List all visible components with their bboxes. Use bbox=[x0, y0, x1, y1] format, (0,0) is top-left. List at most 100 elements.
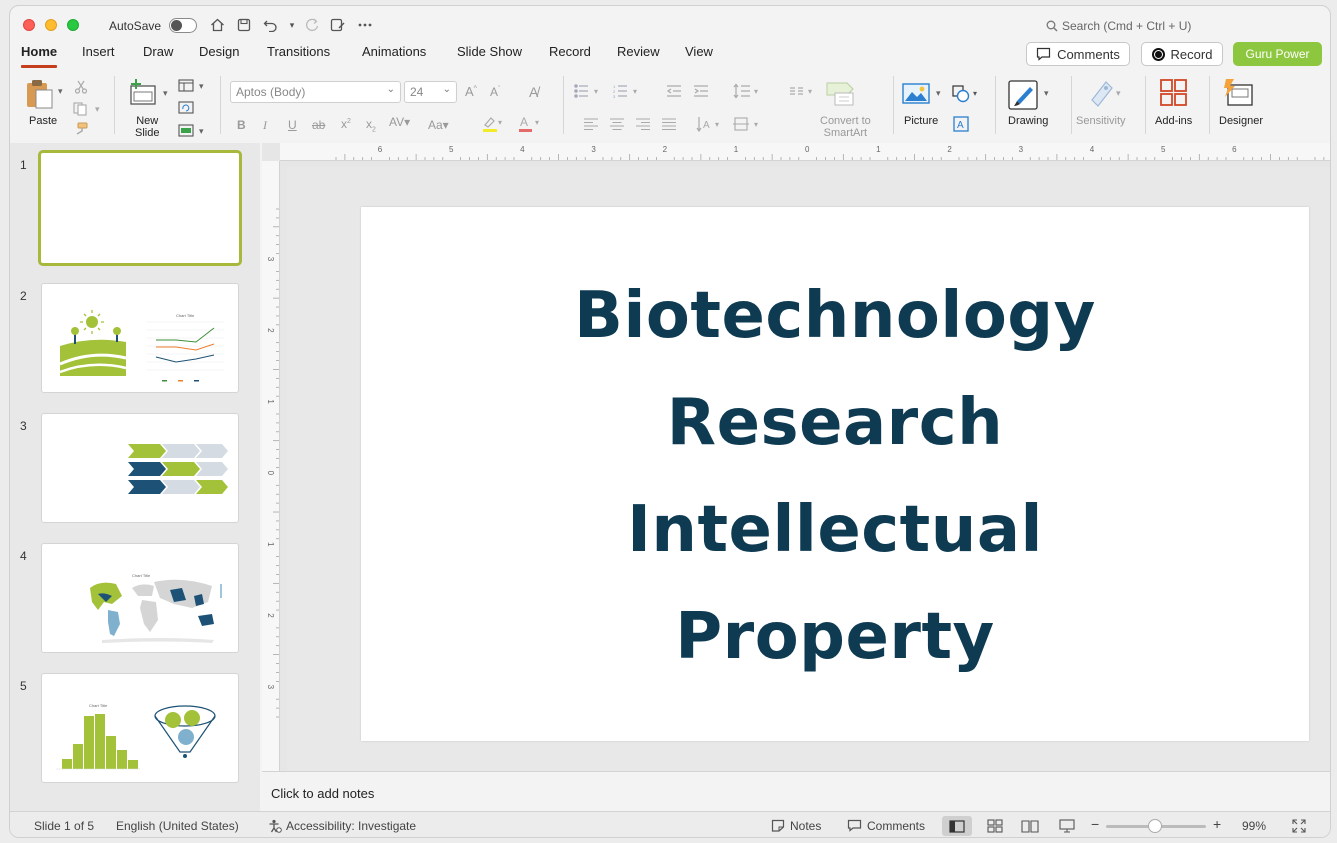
slide-thumbnail-2[interactable]: Chart Title bbox=[41, 283, 239, 393]
slide-thumbnail-4[interactable]: Chart Title bbox=[41, 543, 239, 653]
sensitivity-dropdown-icon[interactable]: ▾ bbox=[1116, 88, 1121, 99]
language-status[interactable]: English (United States) bbox=[116, 819, 239, 833]
zoom-level[interactable]: 99% bbox=[1242, 819, 1266, 833]
increase-indent-icon[interactable] bbox=[693, 84, 709, 101]
slide-title[interactable]: Biotechnology Research Intellectual Prop… bbox=[361, 263, 1309, 691]
slide-thumbnail-5[interactable]: Chart Title bbox=[41, 673, 239, 783]
paste-dropdown-icon[interactable]: ▾ bbox=[58, 86, 63, 97]
add-ins-icon[interactable] bbox=[1159, 78, 1189, 111]
numbering-icon[interactable]: 1 2 3 ▾ bbox=[613, 84, 643, 101]
vertical-ruler[interactable]: 3 2 1 0 1 2 3 bbox=[262, 161, 280, 771]
home-icon[interactable] bbox=[207, 15, 227, 35]
save-as-icon[interactable] bbox=[328, 15, 348, 35]
guru-power-button[interactable]: Guru Power bbox=[1233, 42, 1322, 66]
slide-show-button[interactable] bbox=[1052, 816, 1082, 836]
undo-dropdown-icon[interactable]: ▾ bbox=[282, 15, 302, 35]
notes-pane[interactable]: Click to add notes bbox=[262, 771, 1330, 811]
justify-icon[interactable] bbox=[662, 118, 676, 133]
clear-formatting-icon[interactable]: A̸ bbox=[529, 84, 538, 100]
comments-toggle-button[interactable]: Comments bbox=[847, 819, 925, 833]
format-painter-icon[interactable] bbox=[73, 122, 89, 139]
accessibility-status[interactable]: Accessibility: Investigate bbox=[268, 819, 416, 833]
bold-icon[interactable]: B bbox=[237, 118, 246, 132]
strikethrough-icon[interactable]: ab bbox=[312, 118, 325, 132]
maximize-window-button[interactable] bbox=[67, 19, 79, 31]
align-right-icon[interactable] bbox=[636, 118, 650, 133]
slide-sorter-button[interactable] bbox=[980, 816, 1010, 836]
tab-animations[interactable]: Animations bbox=[362, 44, 426, 59]
record-button[interactable]: Record bbox=[1141, 42, 1223, 66]
bullets-icon[interactable]: ▾ bbox=[574, 84, 604, 101]
shrink-font-icon[interactable]: Aˇ bbox=[490, 85, 500, 99]
grow-font-icon[interactable]: A^ bbox=[465, 84, 477, 99]
decrease-indent-icon[interactable] bbox=[666, 84, 682, 101]
font-size-select[interactable]: 24 ⌄ bbox=[404, 81, 457, 103]
tab-slide-show[interactable]: Slide Show bbox=[457, 44, 522, 59]
zoom-slider-handle[interactable] bbox=[1148, 819, 1162, 833]
text-direction-icon[interactable]: A ▾ bbox=[696, 116, 726, 135]
slide-thumbnail-1[interactable] bbox=[38, 150, 242, 266]
change-case-icon[interactable]: Aa▾ bbox=[428, 118, 449, 132]
tab-review[interactable]: Review bbox=[617, 44, 660, 59]
shapes-icon[interactable]: ▾ bbox=[952, 85, 980, 106]
autosave-toggle[interactable] bbox=[169, 18, 197, 33]
highlight-icon[interactable]: ▾ bbox=[481, 115, 503, 136]
current-slide[interactable]: Biotechnology Research Intellectual Prop… bbox=[361, 207, 1309, 741]
reading-view-button[interactable] bbox=[1015, 816, 1045, 836]
save-icon[interactable] bbox=[234, 15, 254, 35]
horizontal-ruler[interactable]: 6 5 4 3 2 1 0 1 2 3 4 5 6 bbox=[280, 143, 1330, 161]
more-icon[interactable] bbox=[355, 15, 375, 35]
minimize-window-button[interactable] bbox=[45, 19, 57, 31]
svg-text:▾: ▾ bbox=[715, 120, 719, 129]
line-spacing-icon[interactable]: ▾ bbox=[733, 83, 763, 102]
notes-toggle-button[interactable]: Notes bbox=[771, 819, 821, 833]
cut-icon[interactable] bbox=[74, 80, 88, 97]
character-spacing-icon[interactable]: AV▾ bbox=[389, 115, 410, 129]
subscript-icon[interactable]: x2 bbox=[366, 117, 376, 133]
undo-icon[interactable] bbox=[261, 15, 281, 35]
normal-view-button[interactable] bbox=[942, 816, 972, 836]
search-field[interactable]: Search (Cmd + Ctrl + U) bbox=[1046, 19, 1191, 33]
font-color-icon[interactable]: A ▾ bbox=[518, 115, 540, 136]
tab-transitions[interactable]: Transitions bbox=[267, 44, 330, 59]
copy-icon[interactable] bbox=[73, 102, 89, 119]
picture-dropdown-icon[interactable]: ▾ bbox=[936, 88, 941, 99]
slide-thumbnail-3[interactable] bbox=[41, 413, 239, 523]
tab-record[interactable]: Record bbox=[549, 44, 591, 59]
align-center-icon[interactable] bbox=[610, 118, 624, 133]
comments-button[interactable]: Comments bbox=[1026, 42, 1130, 66]
tab-view[interactable]: View bbox=[685, 44, 713, 59]
layout-dropdown-icon[interactable]: ▾ bbox=[199, 81, 204, 92]
drawing-icon[interactable] bbox=[1008, 79, 1042, 114]
reset-icon[interactable] bbox=[178, 101, 194, 117]
new-slide-dropdown-icon[interactable]: ▾ bbox=[163, 88, 168, 99]
italic-icon[interactable]: I bbox=[263, 118, 267, 133]
align-text-icon[interactable]: ▾ bbox=[733, 116, 765, 135]
sensitivity-icon[interactable] bbox=[1086, 78, 1116, 111]
text-box-icon[interactable]: A bbox=[953, 116, 969, 135]
underline-icon[interactable]: U bbox=[288, 118, 297, 132]
font-name-select[interactable]: Aptos (Body) ⌄ bbox=[230, 81, 401, 103]
section-icon[interactable] bbox=[178, 124, 194, 140]
redo-icon[interactable] bbox=[302, 15, 322, 35]
tab-home[interactable]: Home bbox=[21, 44, 58, 68]
smartart-icon[interactable] bbox=[825, 81, 859, 110]
align-left-icon[interactable] bbox=[584, 118, 598, 133]
section-dropdown-icon[interactable]: ▾ bbox=[199, 126, 204, 137]
drawing-dropdown-icon[interactable]: ▾ bbox=[1044, 88, 1049, 99]
picture-icon[interactable] bbox=[902, 81, 930, 108]
designer-icon[interactable] bbox=[1222, 77, 1254, 112]
columns-icon[interactable]: ▾ bbox=[789, 84, 819, 101]
copy-dropdown-icon[interactable]: ▾ bbox=[95, 104, 100, 115]
fit-slide-button[interactable] bbox=[1284, 816, 1314, 836]
paste-icon[interactable] bbox=[25, 78, 55, 113]
zoom-in-button[interactable]: + bbox=[1213, 816, 1221, 832]
tab-insert[interactable]: Insert bbox=[82, 44, 115, 59]
new-slide-icon[interactable] bbox=[128, 78, 158, 109]
close-window-button[interactable] bbox=[23, 19, 35, 31]
tab-draw[interactable]: Draw bbox=[143, 44, 173, 59]
zoom-out-button[interactable]: − bbox=[1091, 816, 1099, 832]
superscript-icon[interactable]: x2 bbox=[341, 117, 351, 131]
tab-design[interactable]: Design bbox=[199, 44, 239, 59]
layout-icon[interactable] bbox=[178, 79, 194, 95]
